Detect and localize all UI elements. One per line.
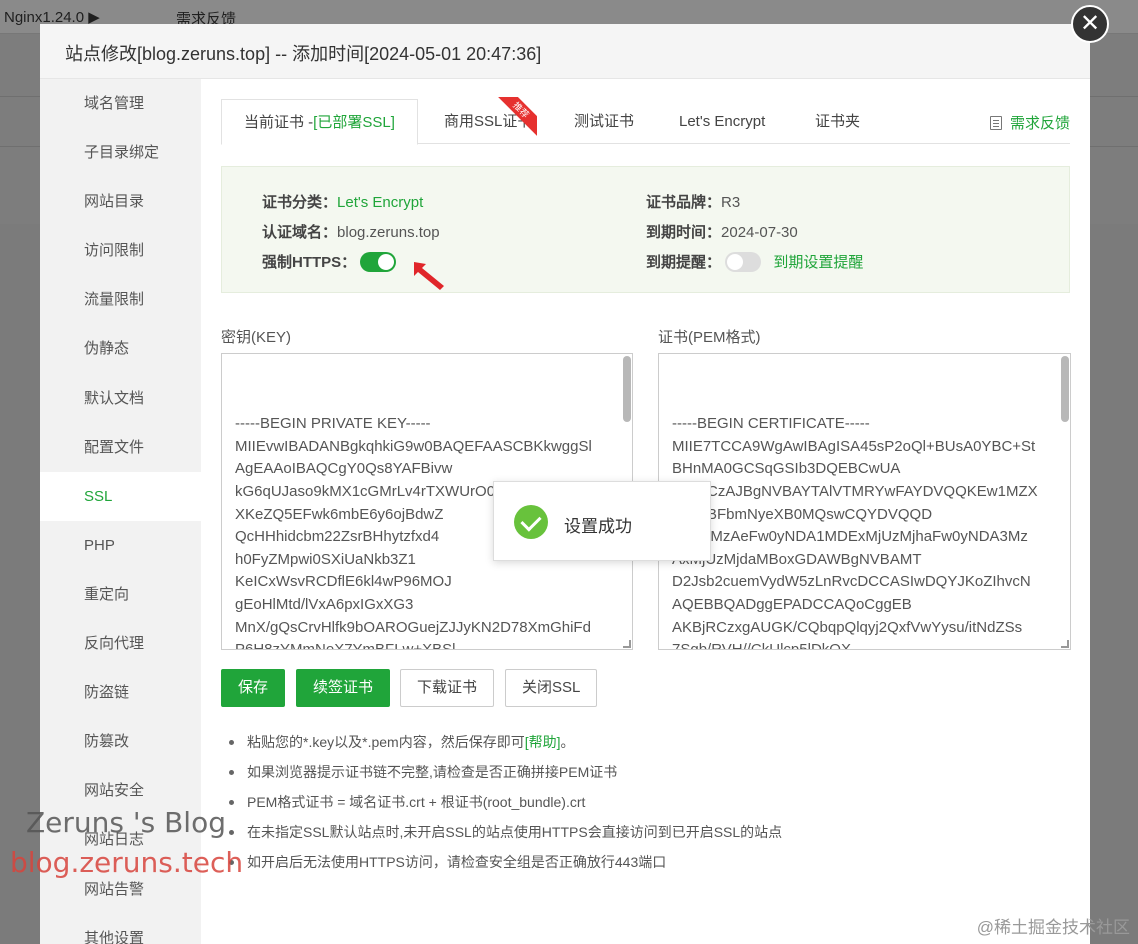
- ssl-content: 当前证书 -[已部署SSL] 商用SSL证书 测试证书 Let's Encryp…: [201, 79, 1090, 944]
- tip-text: 粘贴您的*.key以及*.pem内容，然后保存即可: [247, 734, 525, 750]
- sidebar-item-default-doc[interactable]: 默认文档: [40, 374, 201, 423]
- cert-brand-label: 证书品牌：: [646, 194, 722, 211]
- sidebar-item-ssl[interactable]: SSL: [40, 471, 201, 521]
- success-toast: 设置成功: [493, 481, 711, 561]
- sidebar-item-hotlink[interactable]: 防盗链: [40, 668, 201, 717]
- tip-suffix: 。: [560, 734, 575, 750]
- feedback-link[interactable]: 需求反馈: [989, 112, 1070, 133]
- certificate-content: -----BEGIN CERTIFICATE----- MIIE7TCCA9Wg…: [672, 415, 1038, 650]
- close-ssl-button[interactable]: 关闭SSL: [505, 669, 598, 707]
- expire-remind-label: 到期提醒：: [646, 254, 722, 271]
- cert-expire-label: 到期时间：: [646, 224, 722, 241]
- blog-url-watermark: blog.zeruns.tech: [10, 846, 244, 879]
- expire-remind-row: 到期提醒： 到期设置提醒: [646, 251, 863, 272]
- site-watermark: @稀土掘金技术社区: [976, 918, 1130, 937]
- recommend-badge-label: 推荐: [497, 97, 537, 137]
- expire-remind-toggle[interactable]: [725, 252, 762, 272]
- recommend-badge: 推荐: [497, 97, 537, 137]
- tip-item: 如果浏览器提示证书链不完整,请检查是否正确拼接PEM证书: [227, 757, 782, 787]
- sidebar-item-php[interactable]: PHP: [40, 521, 201, 570]
- toggle-knob: [378, 254, 395, 270]
- cert-resize-grip[interactable]: [1061, 640, 1069, 648]
- modal-title: 站点修改[blog.zeruns.top] -- 添加时间[2024-05-01…: [40, 24, 1090, 79]
- feedback-label: 需求反馈: [1009, 115, 1070, 132]
- close-icon[interactable]: ✕: [1071, 5, 1109, 43]
- expire-remind-link[interactable]: 到期设置提醒: [773, 254, 863, 271]
- tip-item: PEM格式证书 = 域名证书.crt + 根证书(root_bundle).cr…: [227, 787, 782, 817]
- cert-category-value: Let's Encrypt: [337, 194, 424, 211]
- cert-info-panel: 证书分类：Let's Encrypt 认证域名：blog.zeruns.top …: [221, 166, 1070, 293]
- ssl-tabs: 当前证书 -[已部署SSL] 商用SSL证书 测试证书 Let's Encryp…: [221, 99, 1070, 145]
- sidebar-item-subdirectory[interactable]: 子目录绑定: [40, 128, 201, 177]
- cert-domain-label: 认证域名：: [262, 224, 338, 241]
- document-icon: [989, 116, 1002, 130]
- sidebar-item-traffic-limit[interactable]: 流量限制: [40, 275, 201, 324]
- check-circle-icon: [514, 505, 548, 539]
- sidebar-item-redirect[interactable]: 重定向: [40, 570, 201, 619]
- toast-message: 设置成功: [564, 517, 632, 536]
- tab-cert-folder[interactable]: 证书夹: [815, 99, 860, 144]
- cert-pane-label: 证书(PEM格式): [658, 329, 761, 346]
- sidebar-item-other-settings[interactable]: 其他设置: [40, 914, 201, 944]
- key-pane-label: 密钥(KEY): [221, 329, 292, 346]
- force-https-label: 强制HTTPS：: [262, 254, 357, 271]
- sidebar-item-rewrite[interactable]: 伪静态: [40, 324, 201, 373]
- renew-cert-button[interactable]: 续签证书: [296, 669, 391, 707]
- cert-brand-row: 证书品牌：R3: [646, 191, 740, 212]
- cert-brand-value: R3: [721, 194, 741, 211]
- tab-current-cert[interactable]: 当前证书 -[已部署SSL]: [221, 99, 418, 145]
- cert-domain-row: 认证域名：blog.zeruns.top: [262, 221, 440, 242]
- save-button[interactable]: 保存: [221, 669, 286, 707]
- key-scrollbar[interactable]: [623, 356, 631, 422]
- sidebar-item-site-directory[interactable]: 网站目录: [40, 177, 201, 226]
- sidebar-item-reverse-proxy[interactable]: 反向代理: [40, 619, 201, 668]
- cert-expire-row: 到期时间：2024-07-30: [646, 221, 798, 242]
- cert-domain-value: blog.zeruns.top: [337, 224, 440, 241]
- tips-list: 粘贴您的*.key以及*.pem内容，然后保存即可[帮助]。 如果浏览器提示证书…: [227, 727, 782, 877]
- sidebar-item-tamper-proof[interactable]: 防篡改: [40, 717, 201, 766]
- tip-item: 如开启后无法使用HTTPS访问，请检查安全组是否正确放行443端口: [227, 847, 782, 877]
- tab-current-cert-label: 当前证书 -: [244, 114, 314, 131]
- sidebar-item-access-limit[interactable]: 访问限制: [40, 226, 201, 275]
- red-arrow-icon: [414, 262, 444, 290]
- tab-test-cert[interactable]: 测试证书: [574, 99, 634, 144]
- tab-current-cert-status: [已部署SSL]: [313, 114, 395, 131]
- help-link[interactable]: [帮助]: [525, 734, 561, 750]
- toggle-knob: [727, 254, 744, 270]
- cert-category-label: 证书分类：: [262, 194, 338, 211]
- sidebar-item-domain[interactable]: 域名管理: [40, 79, 201, 128]
- cert-scrollbar[interactable]: [1061, 356, 1069, 422]
- sidebar-item-config-file[interactable]: 配置文件: [40, 423, 201, 472]
- certificate-textarea[interactable]: -----BEGIN CERTIFICATE----- MIIE7TCCA9Wg…: [658, 353, 1071, 650]
- cert-expire-value: 2024-07-30: [721, 224, 798, 241]
- blog-name-watermark: Zeruns 's Blog: [26, 806, 226, 839]
- tip-item: 在未指定SSL默认站点时,未开启SSL的站点使用HTTPS会直接访问到已开启SS…: [227, 817, 782, 847]
- key-resize-grip[interactable]: [623, 640, 631, 648]
- force-https-toggle[interactable]: [360, 252, 397, 272]
- download-cert-button[interactable]: 下载证书: [400, 669, 495, 707]
- tip-item: 粘贴您的*.key以及*.pem内容，然后保存即可[帮助]。: [227, 727, 782, 757]
- cert-category-row: 证书分类：Let's Encrypt: [262, 191, 423, 212]
- force-https-row: 强制HTTPS：: [262, 251, 397, 272]
- tab-letsencrypt[interactable]: Let's Encrypt: [679, 99, 765, 144]
